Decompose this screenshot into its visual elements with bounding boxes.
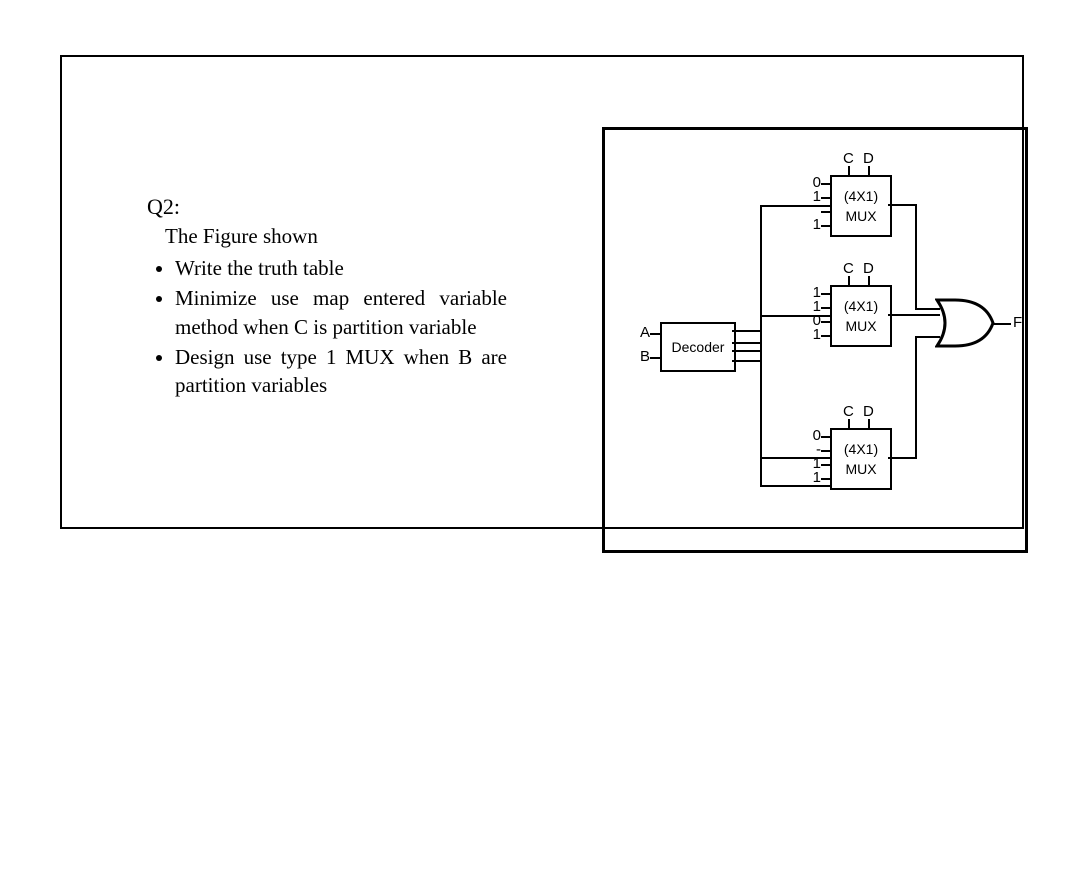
mux1-out-h xyxy=(888,204,915,206)
m3-p2 xyxy=(821,464,830,466)
mux2-block: (4X1) MUX xyxy=(830,285,892,347)
bullet-2: Minimize use map entered variable method… xyxy=(175,284,507,341)
bullet-3: Design use type 1 MUX when B are partiti… xyxy=(175,343,507,400)
mux2-sel-D: D xyxy=(863,260,874,277)
or-gate-icon xyxy=(935,298,995,348)
pin-in-B xyxy=(650,357,660,359)
mux3-sel-D: D xyxy=(863,403,874,420)
mux1-c-tick xyxy=(848,166,850,175)
dec-out-mid1 xyxy=(732,342,760,344)
mux1-in3: 1 xyxy=(803,216,821,233)
m2-p1 xyxy=(821,307,830,309)
mux1-in1: 1 xyxy=(803,188,821,205)
bullet-1: Write the truth table xyxy=(175,254,507,282)
mux1-name: MUX xyxy=(845,208,876,224)
dec-out-bot xyxy=(732,360,760,362)
route-to-mux1 xyxy=(760,205,830,207)
mux1-block: (4X1) MUX xyxy=(830,175,892,237)
output-F: F xyxy=(1013,314,1022,331)
route-v-left xyxy=(760,205,762,485)
mux2-name: MUX xyxy=(845,318,876,334)
or-out xyxy=(993,323,1011,325)
decoder-in-B: B xyxy=(640,348,650,365)
q-bullets: Write the truth table Minimize use map e… xyxy=(175,254,507,400)
question-block: Q2: The Figure shown Write the truth tab… xyxy=(147,192,507,402)
m1-p0 xyxy=(821,183,830,185)
mux2-d-tick xyxy=(868,276,870,285)
page-border: Q2: The Figure shown Write the truth tab… xyxy=(60,55,1024,529)
mux2-type: (4X1) xyxy=(844,298,878,314)
mux3-d-tick xyxy=(868,419,870,428)
decoder-in-A: A xyxy=(640,324,650,341)
mux3-sel-C: C xyxy=(843,403,854,420)
mux1-sel-C: C xyxy=(843,150,854,167)
mux2-sel-C: C xyxy=(843,260,854,277)
mux3-type: (4X1) xyxy=(844,441,878,457)
mux3-c-tick xyxy=(848,419,850,428)
m1-p2 xyxy=(821,211,830,213)
mux2-in3: 1 xyxy=(803,326,821,343)
mux3-name: MUX xyxy=(845,461,876,477)
m3-p1 xyxy=(821,450,830,452)
mux1-d-tick xyxy=(868,166,870,175)
decoder-label: Decoder xyxy=(672,339,725,355)
mux3-out-v xyxy=(915,336,917,459)
dec-out-top xyxy=(732,330,760,332)
q-subheading: The Figure shown xyxy=(165,222,507,250)
mux2-to-or xyxy=(888,314,940,316)
mux3-out-h xyxy=(888,457,915,459)
dec-out-mid2 xyxy=(732,350,760,352)
mux1-type: (4X1) xyxy=(844,188,878,204)
m1-p1 xyxy=(821,197,830,199)
q-heading: Q2: xyxy=(147,192,507,222)
m3-p3 xyxy=(821,478,830,480)
m3-p0 xyxy=(821,436,830,438)
mux2-c-tick xyxy=(848,276,850,285)
pin-in-A xyxy=(650,333,660,335)
m2-p0 xyxy=(821,293,830,295)
m1-p3 xyxy=(821,225,830,227)
mux1-out-v xyxy=(915,204,917,308)
mux1-sel-D: D xyxy=(863,150,874,167)
circuit-diagram: Decoder A B C D (4X1) MUX 0 1 1 xyxy=(602,127,1028,553)
mux3-in3: 1 xyxy=(803,469,821,486)
m2-p2 xyxy=(821,321,830,323)
decoder-block: Decoder xyxy=(660,322,736,372)
mux3-block: (4X1) MUX xyxy=(830,428,892,490)
m2-p3 xyxy=(821,335,830,337)
